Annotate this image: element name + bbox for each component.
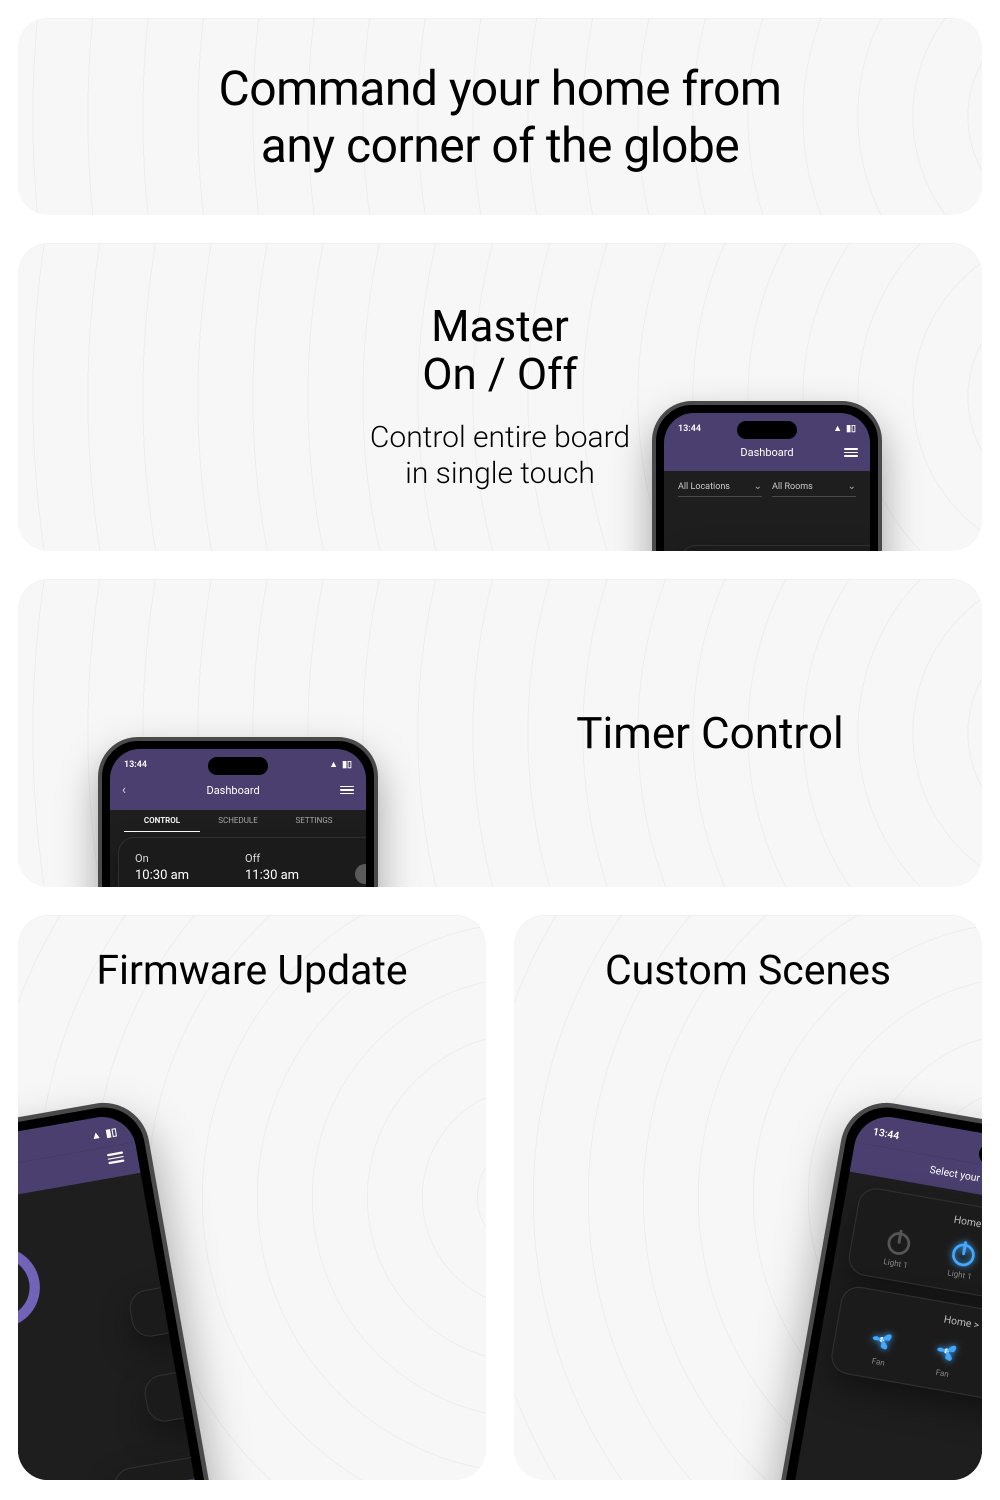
menu-icon[interactable] [844, 448, 858, 457]
hero-headline: Command your home from any corner of the… [219, 60, 782, 174]
clock: 13:44 [872, 1126, 900, 1142]
locations-dropdown[interactable]: All Locations ⌄ [678, 481, 762, 497]
signal-icon: ▲ [329, 759, 338, 770]
device-tile: Living Room Home > Living Room On Off – … [680, 545, 870, 551]
master-card: Master On / Off Control entire board in … [18, 243, 982, 551]
schedule-toggle[interactable] [355, 864, 366, 884]
chevron-down-icon: ⌄ [848, 481, 856, 492]
chevron-down-icon: ⌄ [754, 481, 762, 492]
screen-title: Dashboard [690, 446, 844, 459]
tab-schedule[interactable]: SCHEDULE [200, 816, 276, 832]
firmware-card: Firmware Update ▲▮▯ SETTINGS OLE SSID: c… [18, 915, 486, 1480]
scenes-card: Custom Scenes 13:44 ▲▮▯ Select your swit… [514, 915, 982, 1480]
menu-icon[interactable] [107, 1151, 125, 1163]
switch[interactable]: Fan [863, 1322, 900, 1369]
tab-control[interactable]: CONTROL [124, 816, 200, 832]
update-progress: 60% [18, 1240, 46, 1333]
scenes-phone: 13:44 ▲▮▯ Select your switches to turn O… [745, 1096, 982, 1480]
firmware-title: Firmware Update [18, 947, 486, 995]
battery-icon: ▮▯ [342, 760, 352, 770]
switch[interactable]: Light 1 [944, 1235, 981, 1282]
check-update-button[interactable]: Check Update [167, 1284, 229, 1320]
firmware-phone: ▲▮▯ SETTINGS OLE SSID: cs 60% [18, 1096, 245, 1480]
clock: 13:44 [678, 424, 701, 434]
battery-icon: ▮▯ [846, 424, 856, 434]
menu-icon[interactable] [340, 786, 354, 795]
tab-settings[interactable]: SETTINGS [276, 816, 352, 832]
clock: 13:44 [124, 760, 147, 770]
switch[interactable]: Light 1 [880, 1224, 917, 1271]
master-phone: 13:44 ▲ ▮▯ Dashboard All Locations ⌄ [652, 401, 882, 551]
rooms-dropdown[interactable]: All Rooms ⌄ [772, 481, 856, 497]
switch[interactable]: Fan [927, 1334, 964, 1381]
app-header: Dashboard [664, 440, 870, 471]
tabs: CONTROL SCHEDULE SETTINGS [110, 810, 366, 832]
signal-icon: ▲ [90, 1128, 102, 1142]
scenes-title: Custom Scenes [514, 947, 982, 995]
schedule-item[interactable]: On 10:30 am Light 01 Sat Off 11:30 am On [118, 837, 366, 887]
status-icons: ▲ ▮▯ [833, 423, 856, 434]
signal-icon: ▲ [833, 423, 842, 434]
timer-phone: 13:44 ▲▮▯ ‹ Dashboard CONTROL SCHEDULE S… [98, 737, 378, 887]
hero-card: Command your home from any corner of the… [18, 18, 982, 215]
screen-title: Dashboard [126, 784, 340, 797]
timer-card: Timer Control 13:44 ▲▮▯ ‹ Dashboard CONT… [18, 579, 982, 887]
warranty-tile: Claim Warranty Valid upto 13 Mar 2023 On [111, 1435, 228, 1480]
battery-icon: ▮▯ [105, 1126, 118, 1139]
master-title: Master On / Off [18, 302, 982, 399]
scene-room-tile: Home > Bedroom Fan Fan Light 1 Fan [828, 1284, 982, 1422]
claim-warranty-button[interactable]: Claim Warranty [128, 1474, 220, 1480]
rename-button[interactable]: Rename [193, 1371, 229, 1403]
